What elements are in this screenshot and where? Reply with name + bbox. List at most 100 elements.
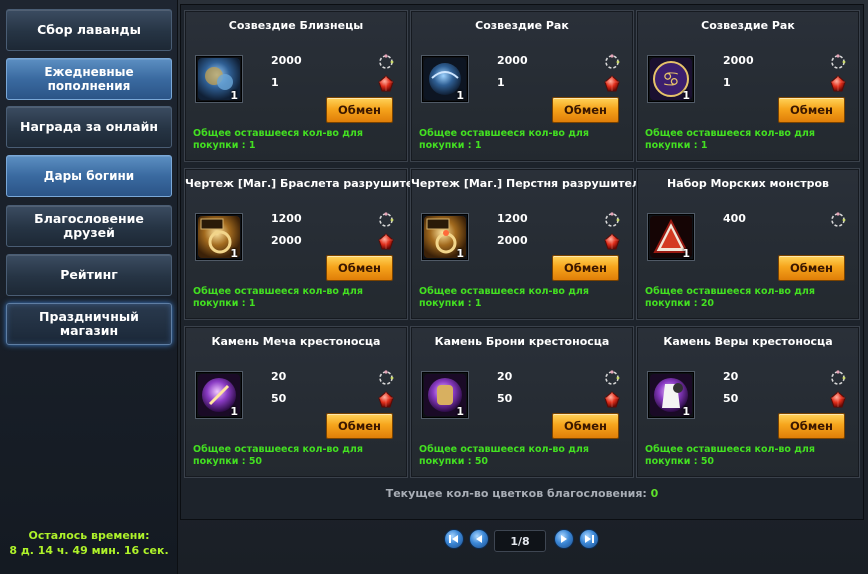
last-page-button[interactable] xyxy=(579,529,599,549)
item-title: Камень Меча крестоносца xyxy=(211,335,381,348)
red-gem-icon xyxy=(377,391,395,409)
shop-item-card: Чертеж [Маг.] Браслета разрушителя 1 120… xyxy=(184,168,429,320)
blessing-label: Текущее кол-во цветков благословения: xyxy=(385,487,647,500)
first-page-icon xyxy=(449,535,458,543)
item-slot[interactable]: 1 xyxy=(647,371,695,419)
flower-wreath-icon xyxy=(377,211,395,229)
item-slot[interactable]: 1 xyxy=(421,213,469,261)
remaining-quantity: Общее оставшееся кол-во для покупки : 1 xyxy=(419,286,589,309)
exchange-button[interactable]: Обмен xyxy=(778,97,845,123)
item-title: Камень Брони крестоносца xyxy=(434,335,610,348)
exchange-button[interactable]: Обмен xyxy=(552,413,619,439)
cost-value: 50 xyxy=(271,392,287,405)
exchange-button[interactable]: Обмен xyxy=(778,413,845,439)
sidebar-item-online-reward[interactable]: Награда за онлайн xyxy=(6,106,172,148)
sidebar: Сбор лаванды Ежедневные пополнения Награ… xyxy=(0,0,178,574)
remaining-quantity: Общее оставшееся кол-во для покупки : 1 xyxy=(193,128,363,151)
remaining-quantity: Общее оставшееся кол-во для покупки : 50 xyxy=(419,444,589,467)
item-count: 1 xyxy=(456,247,464,260)
flower-wreath-icon xyxy=(377,369,395,387)
flower-wreath-icon xyxy=(603,369,621,387)
remaining-quantity: Общее оставшееся кол-во для покупки : 50 xyxy=(645,444,815,467)
timer-value: 8 д. 14 ч. 49 мин. 16 сек. xyxy=(9,544,169,557)
remaining-quantity: Общее оставшееся кол-во для покупки : 50 xyxy=(193,444,363,467)
item-slot[interactable]: 1 xyxy=(195,371,243,419)
red-gem-icon xyxy=(829,75,847,93)
next-page-button[interactable] xyxy=(554,529,574,549)
item-slot[interactable]: ♋ 1 xyxy=(647,55,695,103)
item-slot[interactable]: 1 xyxy=(195,55,243,103)
cost-value: 400 xyxy=(723,212,746,225)
cost-value: 2000 xyxy=(497,54,528,67)
item-title: Созвездие Рак xyxy=(475,19,569,32)
shop-item-card: Чертеж [Маг.] Перстня разрушителя 1 1200… xyxy=(410,168,648,320)
cost-value: 1200 xyxy=(271,212,302,225)
cost-value: 20 xyxy=(497,370,513,383)
first-page-button[interactable] xyxy=(444,529,464,549)
flower-wreath-icon xyxy=(603,53,621,71)
remaining-quantity: Общее оставшееся кол-во для покупки : 1 xyxy=(419,128,589,151)
item-slot[interactable]: 1 xyxy=(421,55,469,103)
exchange-button[interactable]: Обмен xyxy=(778,255,845,281)
cost-value: 1 xyxy=(271,76,279,89)
blessing-counter: Текущее кол-во цветков благословения: 0 xyxy=(180,487,864,500)
sidebar-item-daily-topups[interactable]: Ежедневные пополнения xyxy=(6,58,172,100)
flower-wreath-icon xyxy=(603,211,621,229)
shop-item-card: Набор Морских монстров 1 400 Обмен Общее… xyxy=(636,168,860,320)
flower-wreath-icon xyxy=(377,53,395,71)
cost-value: 2000 xyxy=(723,54,754,67)
shop-item-card: Камень Меча крестоносца 1 20 50 Обмен Общ… xyxy=(184,326,408,478)
item-title: Набор Морских монстров xyxy=(666,177,829,190)
item-title: Созвездие Близнецы xyxy=(228,19,364,32)
item-slot[interactable]: 1 xyxy=(421,371,469,419)
item-title: Созвездие Рак xyxy=(701,19,795,32)
sidebar-item-friends-blessing[interactable]: Благословение друзей xyxy=(6,205,172,247)
sidebar-item-goddess-gifts[interactable]: Дары богини xyxy=(6,155,172,197)
cost-value: 1 xyxy=(723,76,731,89)
remaining-quantity: Общее оставшееся кол-во для покупки : 1 xyxy=(645,128,815,151)
cost-value: 20 xyxy=(723,370,739,383)
flower-wreath-icon xyxy=(829,211,847,229)
prev-page-icon xyxy=(476,535,482,543)
sidebar-item-holiday-shop[interactable]: Праздничный магазин xyxy=(6,303,172,345)
cost-value: 2000 xyxy=(497,234,528,247)
shop-item-card: Созвездие Рак ♋ 1 2000 1 Обмен Общее оста… xyxy=(636,10,860,162)
svg-text:♋: ♋ xyxy=(662,67,680,91)
exchange-button[interactable]: Обмен xyxy=(552,97,619,123)
item-count: 1 xyxy=(682,89,690,102)
flower-wreath-icon xyxy=(829,369,847,387)
item-count: 1 xyxy=(456,405,464,418)
item-count: 1 xyxy=(682,405,690,418)
remaining-quantity: Общее оставшееся кол-во для покупки : 1 xyxy=(193,286,363,309)
cost-value: 20 xyxy=(271,370,287,383)
event-window: Сбор лаванды Ежедневные пополнения Награ… xyxy=(0,0,868,574)
red-gem-icon xyxy=(603,391,621,409)
item-title: Чертеж [Маг.] Перстня разрушителя xyxy=(411,177,648,190)
item-slot[interactable]: 1 xyxy=(647,213,695,261)
blessing-value: 0 xyxy=(650,487,659,500)
next-page-icon xyxy=(561,535,567,543)
cost-value: 2000 xyxy=(271,234,302,247)
cost-value: 50 xyxy=(497,392,513,405)
exchange-button[interactable]: Обмен xyxy=(326,413,393,439)
exchange-button[interactable]: Обмен xyxy=(552,255,619,281)
cost-value: 50 xyxy=(723,392,739,405)
red-gem-icon xyxy=(829,391,847,409)
item-title: Камень Веры крестоносца xyxy=(663,335,833,348)
red-gem-icon xyxy=(377,75,395,93)
shop-item-card: Камень Веры крестоносца 1 20 50 Обмен Общ… xyxy=(636,326,860,478)
sidebar-item-rating[interactable]: Рейтинг xyxy=(6,254,172,296)
exchange-button[interactable]: Обмен xyxy=(326,255,393,281)
item-title: Чертеж [Маг.] Браслета разрушителя xyxy=(185,177,429,190)
shop-item-card: Камень Брони крестоносца 1 20 50 Обмен Об… xyxy=(410,326,634,478)
sidebar-item-lavender[interactable]: Сбор лаванды xyxy=(6,9,172,51)
item-count: 1 xyxy=(230,405,238,418)
red-gem-icon xyxy=(377,233,395,251)
cost-value: 1 xyxy=(497,76,505,89)
cost-value: 2000 xyxy=(271,54,302,67)
item-slot[interactable]: 1 xyxy=(195,213,243,261)
flower-wreath-icon xyxy=(829,53,847,71)
exchange-button[interactable]: Обмен xyxy=(326,97,393,123)
prev-page-button[interactable] xyxy=(469,529,489,549)
item-count: 1 xyxy=(682,247,690,260)
